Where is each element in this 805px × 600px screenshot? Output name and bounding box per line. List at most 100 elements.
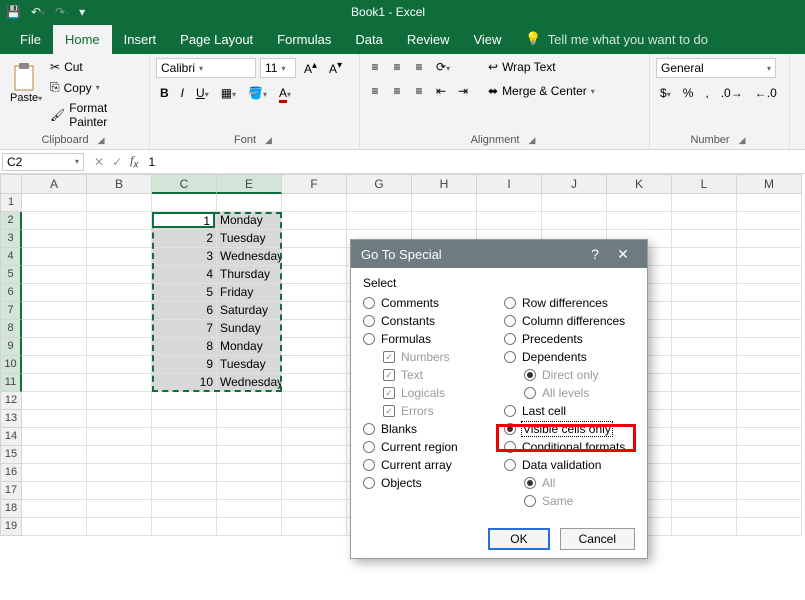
row-header-13[interactable]: 13: [0, 410, 22, 428]
increase-indent-icon[interactable]: ⇥: [454, 82, 472, 100]
comma-icon[interactable]: ,: [701, 84, 712, 102]
cell-L9[interactable]: [672, 338, 737, 356]
row-header-1[interactable]: 1: [0, 194, 22, 212]
cell-M8[interactable]: [737, 320, 802, 338]
border-button[interactable]: ▦▾: [217, 84, 240, 102]
col-header-H[interactable]: H: [412, 174, 477, 194]
orientation-icon[interactable]: ⟳▾: [432, 58, 454, 76]
cell-B19[interactable]: [87, 518, 152, 536]
align-bottom-icon[interactable]: ≡: [410, 58, 428, 76]
cell-B3[interactable]: [87, 230, 152, 248]
row-header-10[interactable]: 10: [0, 356, 22, 374]
col-header-J[interactable]: J: [542, 174, 607, 194]
cell-A16[interactable]: [22, 464, 87, 482]
tell-me[interactable]: 💡Tell me what you want to do: [513, 24, 720, 54]
tab-pagelayout[interactable]: Page Layout: [168, 25, 265, 54]
confirm-edit-icon[interactable]: ✓: [112, 155, 122, 169]
cancel-button[interactable]: Cancel: [560, 528, 635, 550]
cell-L19[interactable]: [672, 518, 737, 536]
cell-A17[interactable]: [22, 482, 87, 500]
wrap-text-button[interactable]: ↩Wrap Text: [484, 58, 599, 76]
cell-H1[interactable]: [412, 194, 477, 212]
italic-button[interactable]: I: [177, 84, 188, 102]
number-launcher-icon[interactable]: ◢: [736, 134, 749, 147]
tab-file[interactable]: File: [8, 25, 53, 54]
cell-M9[interactable]: [737, 338, 802, 356]
cell-C3[interactable]: 2: [152, 230, 217, 248]
cancel-edit-icon[interactable]: ✕: [94, 155, 104, 169]
cell-I1[interactable]: [477, 194, 542, 212]
cell-B6[interactable]: [87, 284, 152, 302]
cell-C17[interactable]: [152, 482, 217, 500]
opt-objects[interactable]: Objects: [363, 474, 494, 492]
cell-B4[interactable]: [87, 248, 152, 266]
cell-E11[interactable]: Wednesday: [217, 374, 282, 392]
font-color-button[interactable]: A▾: [275, 84, 295, 102]
col-header-I[interactable]: I: [477, 174, 542, 194]
cell-L12[interactable]: [672, 392, 737, 410]
cell-L8[interactable]: [672, 320, 737, 338]
cell-L13[interactable]: [672, 410, 737, 428]
cell-F14[interactable]: [282, 428, 347, 446]
cell-M18[interactable]: [737, 500, 802, 518]
cell-A2[interactable]: [22, 212, 87, 230]
cell-F11[interactable]: [282, 374, 347, 392]
cell-C15[interactable]: [152, 446, 217, 464]
cell-F3[interactable]: [282, 230, 347, 248]
font-size-select[interactable]: 11▾: [260, 58, 296, 78]
cell-A4[interactable]: [22, 248, 87, 266]
font-name-select[interactable]: Calibri▾: [156, 58, 256, 78]
cell-B17[interactable]: [87, 482, 152, 500]
col-header-A[interactable]: A: [22, 174, 87, 194]
undo-icon[interactable]: ↶▾: [31, 5, 45, 19]
opt-visible-cells[interactable]: Visible cells only: [504, 420, 635, 438]
cell-C8[interactable]: 7: [152, 320, 217, 338]
align-right-icon[interactable]: ≡: [410, 82, 428, 100]
cell-F6[interactable]: [282, 284, 347, 302]
cell-B5[interactable]: [87, 266, 152, 284]
cell-M1[interactable]: [737, 194, 802, 212]
cell-L1[interactable]: [672, 194, 737, 212]
copy-button[interactable]: ⎘Copy▾: [46, 78, 143, 97]
cell-J1[interactable]: [542, 194, 607, 212]
currency-icon[interactable]: $▾: [656, 84, 675, 102]
cell-F1[interactable]: [282, 194, 347, 212]
cell-M14[interactable]: [737, 428, 802, 446]
cell-A6[interactable]: [22, 284, 87, 302]
fx-icon[interactable]: fx: [130, 153, 144, 170]
cell-F4[interactable]: [282, 248, 347, 266]
row-header-17[interactable]: 17: [0, 482, 22, 500]
ok-button[interactable]: OK: [488, 528, 549, 550]
cell-C13[interactable]: [152, 410, 217, 428]
cell-C1[interactable]: [152, 194, 217, 212]
opt-col-diff[interactable]: Column differences: [504, 312, 635, 330]
cell-E19[interactable]: [217, 518, 282, 536]
cell-E15[interactable]: [217, 446, 282, 464]
row-header-19[interactable]: 19: [0, 518, 22, 536]
cell-C4[interactable]: 3: [152, 248, 217, 266]
underline-button[interactable]: U▾: [192, 84, 213, 102]
cell-L17[interactable]: [672, 482, 737, 500]
cell-F9[interactable]: [282, 338, 347, 356]
col-header-F[interactable]: F: [282, 174, 347, 194]
col-header-K[interactable]: K: [607, 174, 672, 194]
cell-F10[interactable]: [282, 356, 347, 374]
cell-B18[interactable]: [87, 500, 152, 518]
increase-font-icon[interactable]: A▴: [300, 58, 321, 78]
cell-B16[interactable]: [87, 464, 152, 482]
cell-L14[interactable]: [672, 428, 737, 446]
row-header-14[interactable]: 14: [0, 428, 22, 446]
cell-M2[interactable]: [737, 212, 802, 230]
cell-A5[interactable]: [22, 266, 87, 284]
cell-C14[interactable]: [152, 428, 217, 446]
cell-A1[interactable]: [22, 194, 87, 212]
cell-L5[interactable]: [672, 266, 737, 284]
row-header-16[interactable]: 16: [0, 464, 22, 482]
help-icon[interactable]: ?: [581, 246, 609, 262]
align-top-icon[interactable]: ≡: [366, 58, 384, 76]
font-launcher-icon[interactable]: ◢: [262, 134, 275, 147]
tab-review[interactable]: Review: [395, 25, 462, 54]
opt-blananks[interactable]: Blanks: [363, 420, 494, 438]
row-header-15[interactable]: 15: [0, 446, 22, 464]
opt-constants[interactable]: Constants: [363, 312, 494, 330]
